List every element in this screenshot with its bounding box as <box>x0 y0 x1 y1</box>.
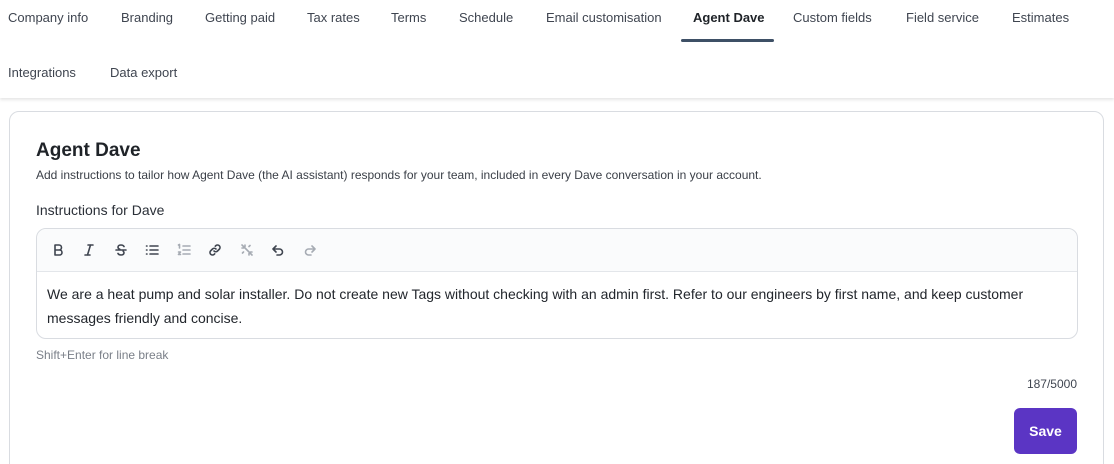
instructions-input[interactable]: We are a heat pump and solar installer. … <box>47 282 1047 330</box>
italic-icon[interactable] <box>80 241 98 259</box>
tab-data-export[interactable]: Data export <box>110 65 177 80</box>
editor-toolbar <box>37 229 1077 272</box>
tab-company-info[interactable]: Company info <box>8 10 88 25</box>
agent-dave-panel: Agent Dave Add instructions to tailor ho… <box>9 111 1104 464</box>
tab-field-service[interactable]: Field service <box>906 10 979 25</box>
bullet-list-icon[interactable] <box>143 241 161 259</box>
tab-agent-dave[interactable]: Agent Dave <box>693 10 765 25</box>
tab-email-customisation[interactable]: Email customisation <box>546 10 662 25</box>
tab-schedule[interactable]: Schedule <box>459 10 513 25</box>
undo-icon[interactable] <box>269 241 287 259</box>
settings-tabs: Company info Branding Getting paid Tax r… <box>0 0 1114 98</box>
strikethrough-icon[interactable] <box>112 241 130 259</box>
instructions-editor: We are a heat pump and solar installer. … <box>36 228 1078 339</box>
numbered-list-icon[interactable] <box>175 241 193 259</box>
tab-branding[interactable]: Branding <box>121 10 173 25</box>
active-tab-indicator <box>681 39 774 42</box>
bold-icon[interactable] <box>49 241 67 259</box>
tab-terms[interactable]: Terms <box>391 10 426 25</box>
page-title: Agent Dave <box>36 140 141 161</box>
character-counter: 187/5000 <box>1026 377 1077 391</box>
page-description: Add instructions to tailor how Agent Dav… <box>36 168 762 182</box>
tab-tax-rates[interactable]: Tax rates <box>307 10 360 25</box>
instructions-label: Instructions for Dave <box>36 202 165 218</box>
save-button[interactable]: Save <box>1014 408 1077 454</box>
tab-getting-paid[interactable]: Getting paid <box>205 10 275 25</box>
line-break-hint: Shift+Enter for line break <box>36 348 169 362</box>
tab-custom-fields[interactable]: Custom fields <box>793 10 872 25</box>
tab-integrations[interactable]: Integrations <box>8 65 76 80</box>
tab-estimates[interactable]: Estimates <box>1012 10 1069 25</box>
redo-icon[interactable] <box>301 241 319 259</box>
unlink-icon[interactable] <box>238 241 256 259</box>
link-icon[interactable] <box>206 241 224 259</box>
